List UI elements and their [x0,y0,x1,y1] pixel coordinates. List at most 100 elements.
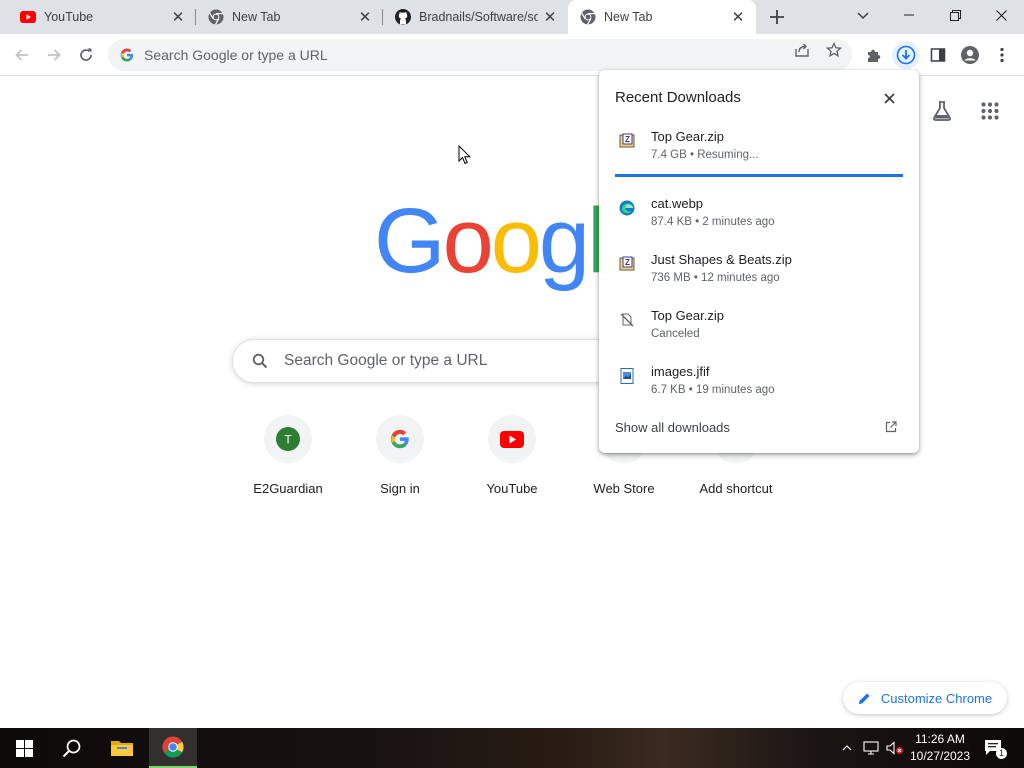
tab-title: Bradnails/Software/sof [419,10,538,24]
zip-icon: Z [618,132,636,150]
folder-icon [111,741,133,756]
kebab-menu-icon [1000,47,1004,63]
minimize-button[interactable] [886,0,932,30]
new-tab-button[interactable] [764,5,790,29]
download-progress-fill [615,174,742,177]
download-status: 736 MB • 12 minutes ago [651,272,780,284]
taskbar-chrome[interactable] [149,728,197,768]
tab-youtube[interactable]: YouTube ✕ [0,0,196,34]
close-tab-icon[interactable]: ✕ [542,9,558,26]
download-icon [896,45,916,65]
google-apps-button[interactable] [976,97,1004,125]
shortcut-label: Web Store [593,481,655,496]
taskbar-file-explorer[interactable] [98,728,146,768]
system-clock[interactable]: 11:26 AM 10/27/2023 [906,731,974,765]
close-icon [995,9,1007,21]
download-filename: images.jfif [651,364,710,379]
download-item[interactable]: Top Gear.zip Canceled [599,308,919,358]
show-all-downloads-link[interactable]: Show all downloads [615,420,730,435]
menu-button[interactable] [988,41,1016,69]
profile-button[interactable] [956,41,984,69]
volume-muted-icon [886,741,903,755]
search-icon [250,351,270,371]
shortcut-icon-tile [376,415,424,463]
logo-letter: o [490,190,542,292]
tab-new-tab[interactable]: New Tab ✕ [196,0,383,34]
shortcut-icon-tile [488,415,536,463]
volume-button[interactable] [884,728,906,768]
chrome-icon [162,736,184,758]
download-item[interactable]: Z Just Shapes & Beats.zip 736 MB • 12 mi… [599,252,919,302]
clock-time: 11:26 AM [915,732,965,746]
download-item[interactable]: images.jfif 6.7 KB • 19 minutes ago [599,364,919,414]
side-panel-icon [930,48,946,62]
download-status: 87.4 KB • 2 minutes ago [651,216,775,228]
forward-button[interactable] [40,41,68,69]
github-icon [395,9,411,25]
address-bar[interactable]: Search Google or type a URL [108,39,852,71]
download-item[interactable]: cat.webp 87.4 KB • 2 minutes ago [599,196,919,246]
download-filename: cat.webp [651,196,704,211]
restore-icon [949,9,961,21]
close-icon [883,92,895,104]
extensions-button[interactable] [860,41,888,69]
labs-button[interactable] [928,97,956,125]
action-center-button[interactable]: 1 [980,728,1008,768]
shortcut-label: E2Guardian [253,481,323,496]
tab-strip: YouTube ✕ New Tab ✕ Bradnails/Software/s… [0,0,1024,34]
open-in-new-icon[interactable] [883,419,899,435]
download-item[interactable]: Z Top Gear.zip 7.4 GB • Resuming... [599,129,919,179]
close-window-button[interactable] [978,0,1024,30]
chevron-down-icon [857,12,869,20]
start-button[interactable] [0,728,48,768]
logo-letter: g [538,190,590,292]
letter-t-icon: T [276,427,300,451]
downloads-title: Recent Downloads [615,89,741,106]
shortcut-youtube[interactable]: YouTube [456,415,568,505]
shortcut-icon-tile: T [264,415,312,463]
search-placeholder: Search Google or type a URL [284,352,488,369]
chrome-icon [580,9,596,25]
download-status: 6.7 KB • 19 minutes ago [651,384,775,396]
minimize-icon [904,14,914,16]
puzzle-icon [868,49,881,62]
show-hidden-icons-button[interactable] [838,728,856,768]
bookmark-button[interactable] [824,40,844,60]
taskbar-search-button[interactable] [48,728,96,768]
shortcut-sign-in[interactable]: Sign in [344,415,456,505]
chevron-up-icon [842,745,852,751]
windows-logo-icon [15,739,33,757]
tab-title: YouTube [44,10,94,24]
download-progress-bar [615,174,903,177]
apps-grid-icon [981,102,999,120]
share-button[interactable] [792,40,812,60]
back-button[interactable] [8,41,36,69]
restore-button[interactable] [932,0,978,30]
tab-search-button[interactable] [850,4,876,28]
close-tab-icon[interactable]: ✕ [170,9,186,26]
tab-title: New Tab [604,10,653,24]
reload-button[interactable] [72,41,100,69]
downloads-bubble: Recent Downloads Z Top Gear.zip 7.4 GB •… [599,70,919,453]
network-button[interactable] [860,728,882,768]
svg-text:Z: Z [625,135,630,144]
tab-title: New Tab [232,10,281,24]
forward-arrow-icon [48,49,61,61]
close-tab-icon[interactable]: ✕ [357,9,373,26]
shortcut-label: Add shortcut [699,481,773,496]
windows-taskbar: 11:26 AM 10/27/2023 1 [0,728,1024,768]
close-downloads-button[interactable] [879,88,899,108]
close-tab-icon[interactable]: ✕ [730,9,746,26]
reload-icon [80,48,92,61]
download-progress-indeterminate [741,174,903,177]
mouse-cursor-icon [458,145,472,165]
tab-new-tab-active[interactable]: New Tab ✕ [568,0,756,34]
shortcut-e2guardian[interactable]: T E2Guardian [232,415,344,505]
side-panel-button[interactable] [924,41,952,69]
tab-github[interactable]: Bradnails/Software/sof ✕ [383,0,568,34]
svg-text:T: T [284,433,292,447]
canceled-icon [618,311,636,329]
downloads-button[interactable] [892,41,920,69]
download-status: 7.4 GB • Resuming... [651,149,759,161]
customize-chrome-button[interactable]: Customize Chrome [843,682,1007,714]
